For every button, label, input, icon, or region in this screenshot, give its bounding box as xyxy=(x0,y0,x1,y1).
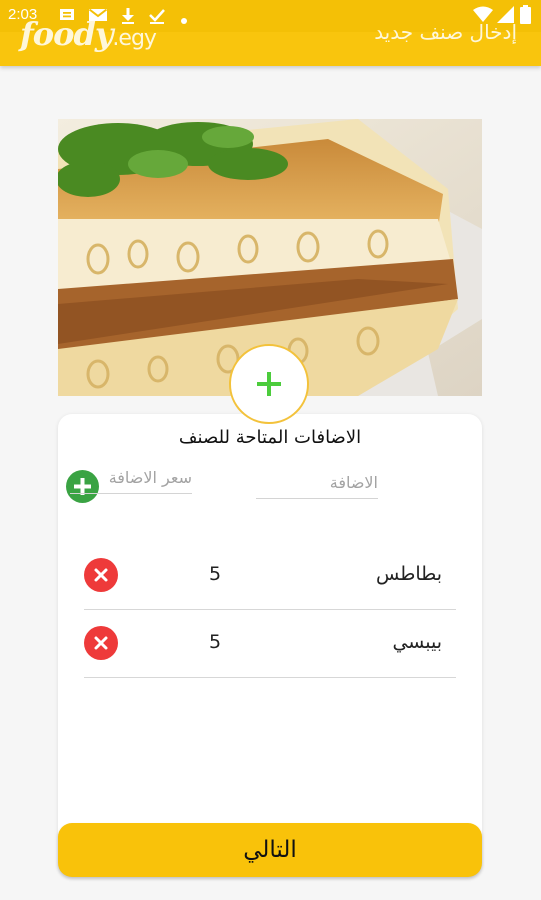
plus-icon xyxy=(257,372,281,396)
add-photo-button[interactable] xyxy=(229,344,309,424)
addon-price-input[interactable] xyxy=(70,462,192,494)
dot-icon xyxy=(181,12,187,28)
logo-suffix: .egy xyxy=(112,26,157,51)
remove-addon-button[interactable] xyxy=(84,626,118,660)
logo-main: foody xyxy=(20,15,113,53)
addon-price: 5 xyxy=(209,563,222,585)
addon-row: بيبسي 5 xyxy=(84,611,456,678)
next-button[interactable]: التالي xyxy=(58,823,482,877)
app-bar: 2:03 foody.egy إدخال صنف جديد xyxy=(0,0,541,66)
page-title: إدخال صنف جديد xyxy=(374,20,517,44)
addon-name-input[interactable] xyxy=(256,467,378,499)
addon-row: بطاطس 5 xyxy=(84,543,456,610)
addon-name: بطاطس xyxy=(375,563,442,585)
addons-title: الاضافات المتاحة للصنف xyxy=(178,427,362,448)
addon-name: بيبسي xyxy=(392,631,442,653)
remove-icon xyxy=(94,636,108,650)
battery-icon xyxy=(520,5,531,28)
addon-price: 5 xyxy=(209,631,222,653)
remove-addon-button[interactable] xyxy=(84,558,118,592)
app-logo: foody.egy xyxy=(20,15,157,53)
remove-icon xyxy=(94,568,108,582)
